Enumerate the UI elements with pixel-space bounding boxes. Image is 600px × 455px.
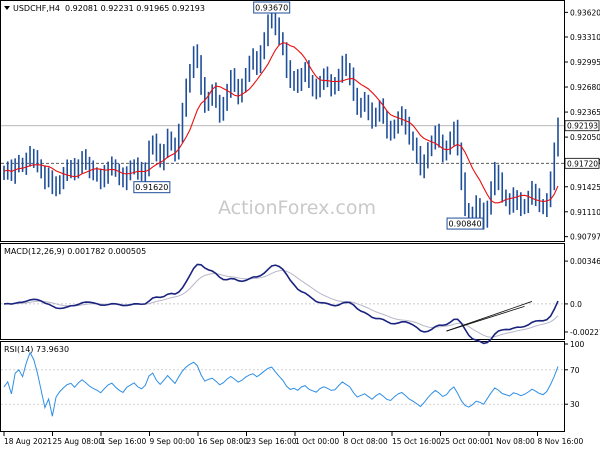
price-axis-label: 0.90797 bbox=[570, 233, 600, 242]
watermark: ActionForex.com bbox=[218, 197, 376, 219]
annotation-label: 0.93670 bbox=[255, 4, 288, 13]
price-axis-label: 0.93310 bbox=[570, 33, 600, 42]
chart-window: USDCHF,H4 0.92081 0.92231 0.91965 0.9219… bbox=[0, 0, 600, 450]
price-annotation: 0.93670 bbox=[253, 1, 291, 14]
macd-title: MACD(12,26,9) 0.001782 0.000505 bbox=[4, 247, 146, 256]
price-axis-label: 0.92680 bbox=[570, 83, 600, 92]
price-marker-label: 0.92193 bbox=[567, 122, 598, 131]
macd-axis-label: -0.002274 bbox=[570, 328, 600, 337]
price-axis-label: 0.91110 bbox=[570, 208, 600, 217]
annotation-label: 0.90840 bbox=[449, 220, 482, 229]
x-axis-label: 9 Sep 00:00 bbox=[150, 437, 196, 446]
x-axis-label: 8 Nov 16:00 bbox=[538, 437, 584, 446]
price-axis-label: 0.92050 bbox=[570, 133, 600, 142]
price-marker: 0.92193 bbox=[564, 120, 600, 132]
price-axis-label: 0.93620 bbox=[570, 8, 600, 17]
price-axis-label: 0.91425 bbox=[570, 183, 600, 192]
x-axis-label: 23 Sep 16:00 bbox=[247, 437, 297, 446]
price-annotation: 0.91620 bbox=[133, 181, 171, 194]
macd-axis-label: 0.003468 bbox=[570, 257, 600, 266]
x-axis-label: 1 Nov 08:00 bbox=[489, 437, 535, 446]
price-marker: 0.91720 bbox=[564, 157, 600, 169]
rsi-axis-label: 30 bbox=[570, 400, 580, 409]
price-annotation: 0.90840 bbox=[446, 217, 484, 230]
rsi-title: RSI(14) 73.9630 bbox=[4, 345, 69, 354]
x-axis-label: 15 Oct 16:00 bbox=[392, 437, 441, 446]
rsi-axis-label: 100 bbox=[570, 340, 585, 349]
rsi-axis-label: 70 bbox=[570, 366, 580, 375]
x-axis-label: 1 Sep 16:00 bbox=[101, 437, 147, 446]
x-axis-label: 18 Aug 2021 bbox=[4, 437, 52, 446]
price-marker-label: 0.91720 bbox=[567, 159, 598, 168]
price-axis-label: 0.92365 bbox=[570, 108, 600, 117]
macd-axis-label: 0.0 bbox=[570, 300, 582, 309]
x-axis-label: 8 Oct 08:00 bbox=[344, 437, 388, 446]
annotation-label: 0.91620 bbox=[135, 183, 168, 192]
x-axis-label: 1 Oct 00:00 bbox=[295, 437, 339, 446]
ohlc-values: 0.92081 0.92231 0.91965 0.92193 bbox=[65, 4, 205, 13]
symbol-label: USDCHF,H4 bbox=[13, 4, 60, 13]
x-axis-label: 16 Sep 08:00 bbox=[198, 437, 248, 446]
x-axis-label: 25 Aug 08:00 bbox=[53, 437, 104, 446]
x-axis-label: 25 Oct 00:00 bbox=[441, 437, 490, 446]
price-axis-label: 0.92995 bbox=[570, 58, 600, 67]
